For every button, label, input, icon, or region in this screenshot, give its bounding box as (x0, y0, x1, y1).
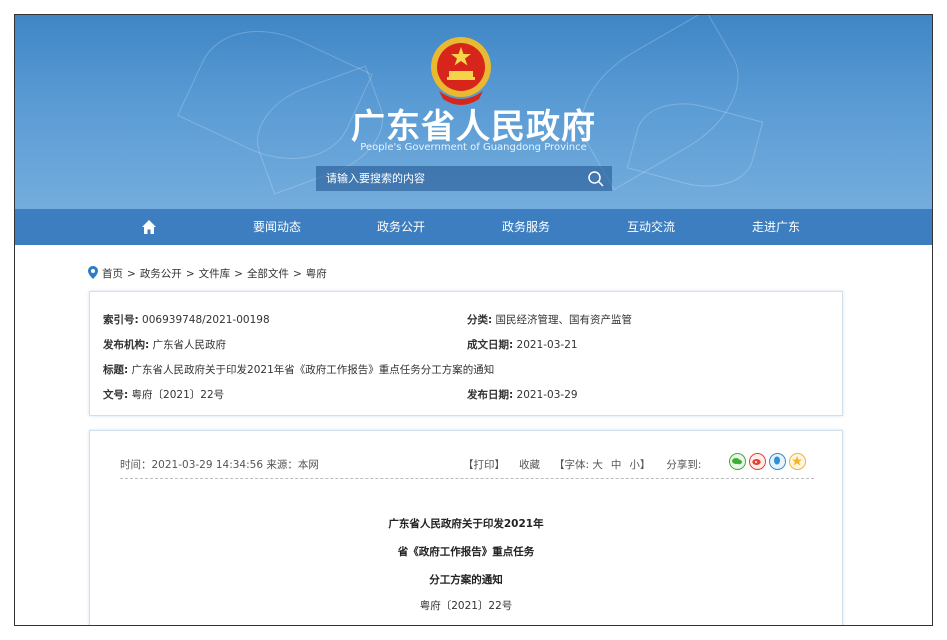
share-label: 分享到: (666, 459, 702, 471)
nav-item-services[interactable]: 政务服务 (502, 209, 550, 245)
breadcrumb-library[interactable]: 文件库 (199, 268, 231, 280)
print-button[interactable]: 【打印】 (463, 459, 505, 471)
location-pin-icon (88, 266, 98, 279)
site-subtitle: People's Government of Guangdong Provinc… (360, 142, 587, 153)
qzone-share-icon[interactable] (789, 453, 806, 470)
meta-index: 索引号: 006939748/2021-00198 (103, 314, 270, 326)
article-doc-number: 粤府〔2021〕22号 (419, 600, 513, 612)
nav-item-gov-affairs[interactable]: 政务公开 (377, 209, 425, 245)
breadcrumb-all-files[interactable]: 全部文件 (247, 268, 289, 280)
nav-item-interaction[interactable]: 互动交流 (627, 209, 675, 245)
nav-item-news[interactable]: 要闻动态 (253, 209, 301, 245)
font-small-button[interactable]: 小】 (629, 459, 650, 471)
divider (120, 478, 814, 479)
breadcrumb-separator: > (127, 268, 136, 280)
search-input[interactable] (316, 166, 576, 191)
breadcrumb-separator: > (234, 268, 243, 280)
document-meta-box: 索引号: 006939748/2021-00198 分类: 国民经济管理、国有资… (89, 291, 843, 416)
article-title-line-2: 省《政府工作报告》重点任务 (397, 546, 535, 558)
meta-publisher: 发布机构: 广东省人民政府 (103, 339, 227, 351)
nav-item-about[interactable]: 走进广东 (752, 209, 800, 245)
search-bar (316, 166, 612, 191)
home-icon[interactable] (141, 219, 157, 235)
main-nav: 要闻动态 政务公开 政务服务 互动交流 走进广东 (15, 209, 932, 245)
meta-doc-number: 文号: 粤府〔2021〕22号 (103, 389, 225, 401)
breadcrumb-gov-affairs[interactable]: 政务公开 (140, 268, 182, 280)
site-header: 广东省人民政府 People's Government of Guangdong… (15, 15, 932, 209)
breadcrumb-separator: > (292, 268, 302, 280)
meta-category: 分类: 国民经济管理、国有资产监管 (467, 314, 633, 326)
article-tools: 【打印】 收藏 【字体: 大中小】 分享到: (463, 457, 715, 472)
font-size-label: 【字体: (554, 459, 590, 471)
article-title-line-1: 广东省人民政府关于印发2021年 (388, 518, 544, 530)
article-info: 时间：2021-03-29 14:34:56 来源：本网 (120, 459, 319, 471)
breadcrumb-yuefu[interactable]: 粤府 (306, 268, 327, 280)
breadcrumb: 首页 > 政务公开 > 文件库 > 全部文件 > 粤府 (88, 266, 327, 281)
weibo-share-icon[interactable] (749, 453, 766, 470)
meta-created-date: 成文日期: 2021-03-21 (467, 339, 578, 351)
favorite-button[interactable]: 收藏 (519, 459, 540, 471)
font-medium-button[interactable]: 中 (611, 459, 622, 471)
search-icon[interactable] (586, 169, 606, 189)
breadcrumb-separator: > (185, 268, 195, 280)
qq-share-icon[interactable] (769, 453, 786, 470)
font-large-button[interactable]: 大 (592, 459, 603, 471)
meta-publish-date: 发布日期: 2021-03-29 (467, 389, 578, 401)
breadcrumb-home[interactable]: 首页 (102, 268, 123, 280)
article-title-line-3: 分工方案的通知 (429, 574, 503, 586)
browser-page: 广东省人民政府 People's Government of Guangdong… (14, 14, 933, 626)
meta-title: 标题: 广东省人民政府关于印发2021年省《政府工作报告》重点任务分工方案的通知 (103, 364, 495, 376)
site-title: 广东省人民政府 (351, 107, 596, 147)
article-box: 时间：2021-03-29 14:34:56 来源：本网 【打印】 收藏 【字体: … (89, 430, 843, 625)
wechat-share-icon[interactable] (729, 453, 746, 470)
